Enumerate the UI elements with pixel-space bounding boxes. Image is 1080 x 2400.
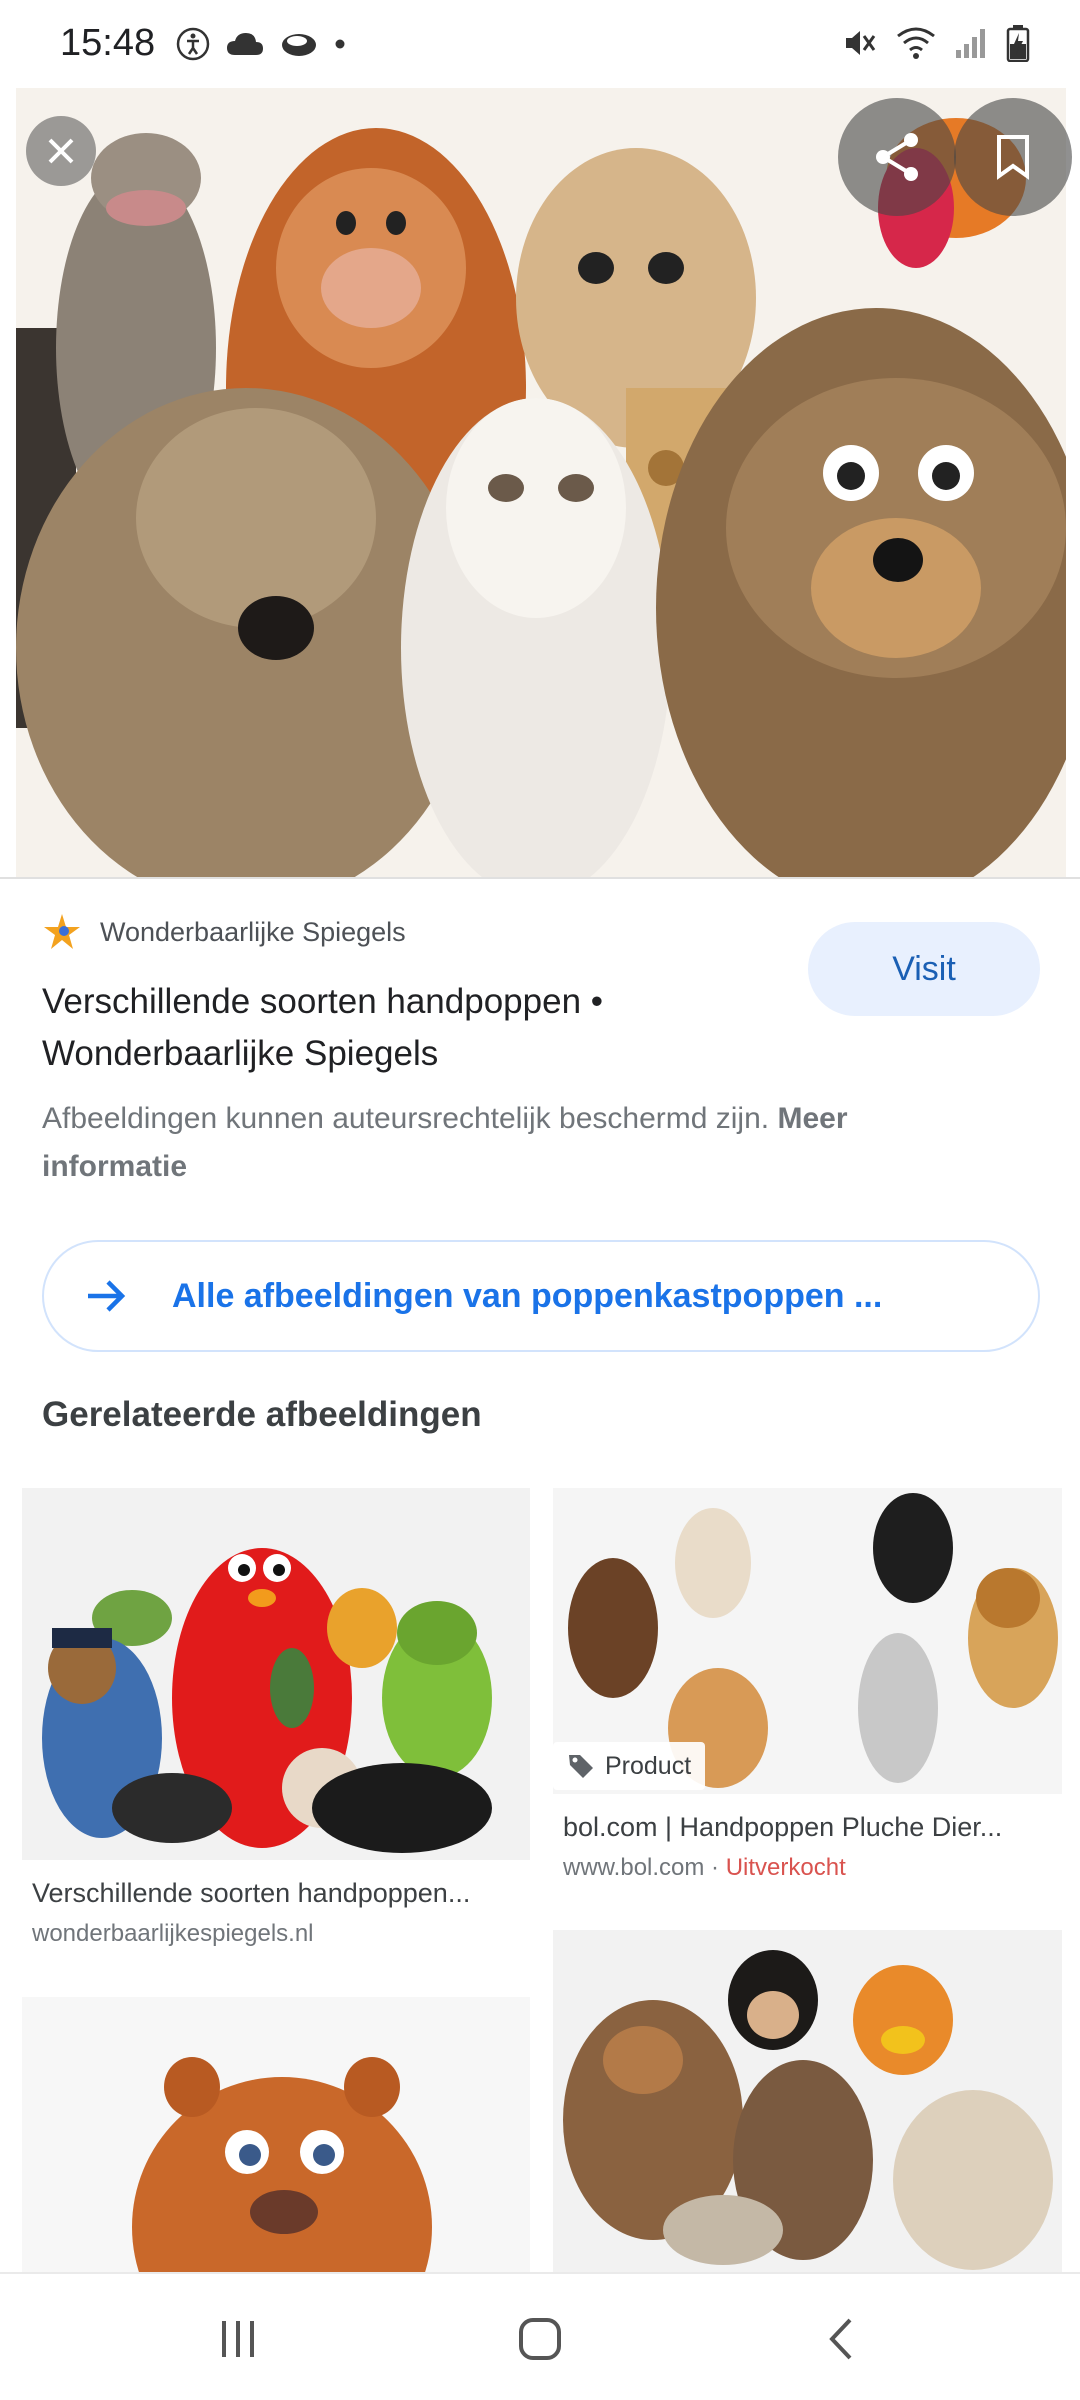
related-image-4[interactable]: [553, 1930, 1062, 2272]
close-button[interactable]: [26, 116, 96, 186]
navigation-bar: [0, 2272, 1080, 2400]
all-images-label: Alle afbeeldingen van poppenkastpoppen .…: [172, 1276, 883, 1315]
wifi-icon: [897, 27, 935, 59]
source-site[interactable]: Wonderbaarlijke Spiegels: [42, 912, 406, 952]
share-icon: [876, 133, 918, 181]
arrow-right-icon: [88, 1280, 126, 1312]
related-image-3[interactable]: [22, 1997, 530, 2272]
mute-icon: [846, 31, 876, 55]
recent-apps-button[interactable]: [198, 2304, 278, 2374]
home-button[interactable]: [500, 2304, 580, 2374]
bookmark-icon: [997, 135, 1029, 180]
puppet-group-image: [22, 1488, 530, 1860]
copyright-text: Afbeeldingen kunnen auteursrechtelijk be…: [42, 1102, 770, 1135]
battery-icon: [1006, 25, 1030, 62]
related-2-meta: www.bol.com · Uitverkocht: [563, 1854, 846, 1882]
signal-icon: [956, 29, 985, 58]
product-badge-label: Product: [605, 1751, 692, 1780]
related-1-title[interactable]: Verschillende soorten handpoppen...: [32, 1878, 522, 1909]
sold-out-status: Uitverkocht: [725, 1854, 846, 1881]
home-icon: [519, 2318, 561, 2360]
status-time: 15:48: [60, 22, 156, 64]
all-images-button[interactable]: Alle afbeeldingen van poppenkastpoppen .…: [42, 1240, 1040, 1352]
copyright-notice: Afbeeldingen kunnen auteursrechtelijk be…: [42, 1095, 942, 1191]
related-images-title: Gerelateerde afbeeldingen: [42, 1395, 482, 1434]
animal-puppets-image: [553, 1930, 1062, 2272]
related-2-domain: www.bol.com: [563, 1854, 705, 1881]
accessibility-icon: [176, 27, 210, 61]
related-image-1[interactable]: [22, 1488, 530, 1860]
orange-bear-puppet-image: [22, 1997, 530, 2272]
cloud-icon: [227, 33, 263, 55]
share-button[interactable]: [838, 98, 956, 216]
related-2-title[interactable]: bol.com | Handpoppen Pluche Dier...: [563, 1812, 1053, 1843]
visit-button[interactable]: Visit: [808, 922, 1040, 1016]
status-right-icons: [842, 24, 1030, 62]
site-logo-icon: [44, 914, 80, 949]
recent-apps-icon: [222, 2321, 254, 2357]
back-button[interactable]: [802, 2304, 882, 2374]
back-icon: [829, 2318, 852, 2360]
tag-icon: [569, 1755, 593, 1778]
close-icon: [48, 138, 74, 164]
related-1-domain: wonderbaarlijkespiegels.nl: [32, 1920, 314, 1947]
product-badge: Product: [553, 1742, 706, 1790]
site-name: Wonderbaarlijke Spiegels: [100, 916, 406, 947]
page-title[interactable]: Verschillende soorten handpoppen • Wonde…: [42, 976, 762, 1080]
hero-divider: [0, 877, 1080, 879]
status-bar: 15:48: [0, 0, 1080, 88]
status-left-icons: [175, 26, 347, 62]
dot-icon: [335, 39, 345, 49]
cap-icon: [282, 34, 316, 56]
bookmark-button[interactable]: [954, 98, 1072, 216]
related-2-separator: ·: [704, 1854, 726, 1881]
